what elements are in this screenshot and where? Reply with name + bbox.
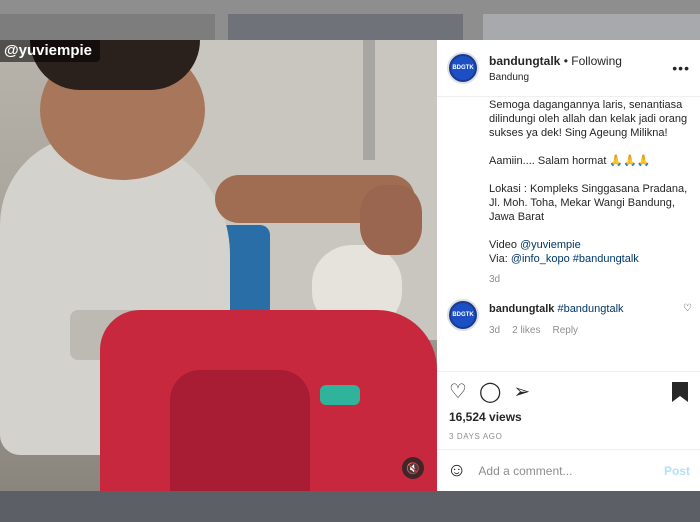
video-scene-backpack-zip: [320, 385, 360, 405]
post-actions: ♡ ◯ ➢ 16,524 views 3 DAYS AGO: [437, 371, 700, 441]
smiley-icon[interactable]: ☺: [447, 460, 466, 482]
post-video[interactable]: @yuviempie 🔇: [0, 40, 437, 491]
video-watermark: @yuviempie: [0, 40, 100, 62]
post-header: BDGTK bandungtalk • Following Bandung ••…: [437, 40, 700, 97]
username-link[interactable]: bandungtalk: [489, 54, 560, 68]
avatar[interactable]: BDGTK: [447, 299, 479, 331]
comment-reply-button[interactable]: Reply: [552, 325, 578, 336]
location-link[interactable]: Bandung: [489, 72, 672, 83]
comment-likes-link[interactable]: 2 likes: [512, 325, 540, 336]
avatar[interactable]: BDGTK: [447, 52, 479, 84]
caption-mention-link[interactable]: @yuviempie: [520, 239, 581, 251]
video-scene-child-hand: [360, 185, 422, 255]
action-bar: ♡ ◯ ➢: [449, 380, 688, 404]
post-modal: @yuviempie 🔇 BDGTK bandungtalk • Followi…: [0, 40, 700, 491]
post-date: 3 DAYS AGO: [449, 432, 503, 441]
background-strip: [0, 488, 700, 522]
comment-heart-icon[interactable]: ♡: [683, 303, 692, 314]
view-count[interactable]: 16,524 views: [449, 410, 688, 424]
comment-username-link[interactable]: bandungtalk: [489, 303, 554, 315]
caption-hashtag-links[interactable]: @info_kopo #bandungtalk: [511, 253, 639, 265]
more-horizontal-icon[interactable]: •••: [672, 60, 690, 76]
comment-age: 3d: [489, 325, 501, 336]
bookmark-icon[interactable]: [672, 382, 688, 402]
caption-age: 3d: [489, 274, 501, 285]
video-scene-backpack-pocket: [170, 370, 310, 491]
caption-text: Semoga dagangannya laris, senantiasa dil…: [489, 99, 688, 251]
comment-item: BDGTK bandungtalk #bandungtalk ♡ 3d 2 li…: [447, 299, 692, 336]
post-header-text: bandungtalk • Following Bandung: [489, 54, 672, 83]
paper-plane-icon[interactable]: ➢: [513, 382, 530, 402]
post-caption: Semoga dagangannya laris, senantiasa dil…: [489, 98, 688, 266]
avatar-logo: BDGTK: [451, 56, 475, 80]
following-button[interactable]: Following: [571, 54, 622, 68]
comment-composer: ☺ Post: [437, 449, 700, 491]
separator-dot: •: [563, 53, 568, 68]
speaker-muted-icon[interactable]: 🔇: [402, 457, 424, 479]
comments-section[interactable]: Semoga dagangannya laris, senantiasa dil…: [437, 98, 700, 371]
avatar-logo: BDGTK: [451, 303, 475, 327]
comment-hashtag-link[interactable]: #bandungtalk: [557, 303, 623, 315]
caption-via-label: Via:: [489, 253, 511, 265]
post-side-panel: BDGTK bandungtalk • Following Bandung ••…: [437, 40, 700, 491]
comment-meta: 3d 2 likes Reply: [489, 325, 688, 336]
comment-input[interactable]: [478, 463, 664, 478]
heart-icon[interactable]: ♡: [449, 382, 467, 402]
post-button[interactable]: Post: [664, 464, 690, 478]
video-scene-pole: [363, 40, 375, 160]
comment-text: bandungtalk #bandungtalk: [489, 303, 688, 315]
post-header-line: bandungtalk • Following: [489, 54, 672, 68]
comment-icon[interactable]: ◯: [479, 382, 501, 402]
